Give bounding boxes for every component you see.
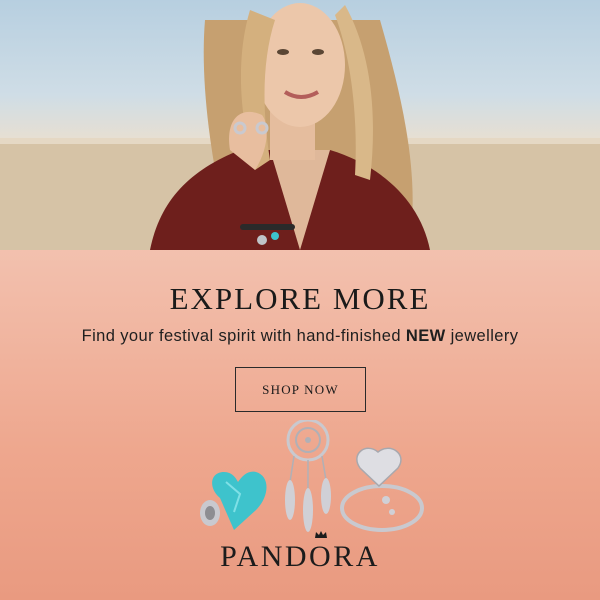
pandora-logo: PAND ORA <box>0 531 600 574</box>
tagline-text-end: jewellery <box>445 327 519 345</box>
ad-banner[interactable]: EXPLORE MORE Find your festival spirit w… <box>0 0 600 600</box>
headline: EXPLORE MORE <box>169 281 431 316</box>
hero-illustration <box>0 3 600 250</box>
heart-ring <box>340 447 424 532</box>
turquoise-heart-charm <box>200 471 267 530</box>
logo-crown-letter: O <box>309 531 334 574</box>
tagline-emphasis: NEW <box>405 327 446 345</box>
tagline: Find your festival spirit with hand-fini… <box>0 327 600 346</box>
dreamcatcher-pendant <box>285 420 331 532</box>
logo-text-start: PAND <box>220 540 310 573</box>
hero-photo <box>0 0 600 250</box>
logo-text-end: RA <box>333 540 380 573</box>
tagline-text: Find your festival spirit with hand-fini… <box>81 327 406 345</box>
shop-now-button[interactable]: SHOP NOW <box>235 367 366 412</box>
crown-icon <box>315 531 328 538</box>
logo-crown-char: O <box>309 540 334 573</box>
